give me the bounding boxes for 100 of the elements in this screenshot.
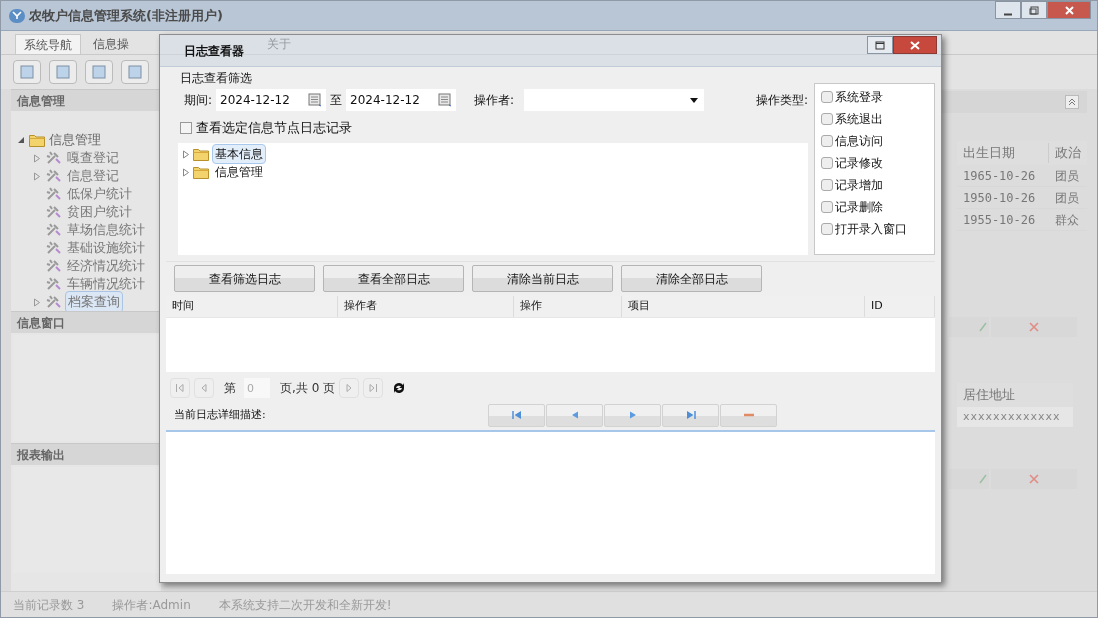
tree-item[interactable]: 车辆情况统计 (65, 274, 147, 294)
checkbox[interactable] (821, 135, 833, 147)
pager-label: 页,共 0 页 (280, 380, 336, 397)
checkmark-icon (979, 474, 987, 484)
first-record-button[interactable] (488, 403, 545, 427)
close-icon (1029, 322, 1039, 332)
column-header: 出生日期 (957, 143, 1049, 163)
close-button[interactable] (893, 36, 937, 54)
checkbox-label: 查看选定信息节点日志记录 (196, 119, 352, 138)
dropdown-caret-icon (690, 97, 699, 103)
previous-page-icon (199, 383, 209, 393)
action-button[interactable]: 查看筛选日志 (174, 265, 315, 292)
tools-icon (45, 240, 61, 256)
checkbox[interactable] (821, 179, 833, 191)
first-record-icon (510, 409, 523, 421)
table-cell-text: 1955-10-26 (962, 211, 1037, 229)
next-page-button[interactable] (339, 378, 360, 398)
checkbox[interactable] (821, 201, 833, 213)
tools-icon (45, 150, 61, 166)
tree-item[interactable]: 经济情况统计 (65, 256, 147, 276)
cancel-button[interactable] (991, 469, 1077, 489)
folder-icon (193, 165, 209, 179)
first-page-button[interactable] (170, 378, 190, 398)
checkbox-label: 记录删除 (835, 199, 883, 216)
tree-item[interactable]: 嘎查登记 (65, 148, 121, 168)
action-button[interactable]: 查看全部日志 (323, 265, 464, 292)
double-chevron-up-icon (1068, 98, 1076, 106)
tree-item[interactable]: 草场信息统计 (65, 220, 147, 240)
refresh-icon (392, 381, 407, 395)
expand-arrow-icon[interactable] (33, 171, 41, 181)
checkbox[interactable] (821, 91, 833, 103)
calendar-icon (308, 93, 323, 107)
column-header: 政治 (1054, 144, 1082, 163)
tree-item[interactable]: 档案查询 (65, 291, 123, 313)
last-record-button[interactable] (662, 403, 719, 427)
tree-item[interactable]: 贫困户统计 (65, 202, 134, 222)
tree-item[interactable]: 基础设施统计 (65, 238, 147, 258)
tree-item[interactable]: 信息管理 (49, 130, 101, 150)
menu-tab[interactable]: 信息操 (85, 34, 137, 54)
restore-button[interactable] (1021, 1, 1047, 19)
checkbox[interactable] (821, 113, 833, 125)
minimize-button[interactable] (995, 1, 1021, 19)
last-page-icon (368, 383, 379, 393)
restore-icon (875, 40, 885, 50)
tree-item[interactable]: 低保户统计 (65, 184, 134, 204)
previous-page-button[interactable] (194, 378, 214, 398)
folder-icon (29, 133, 45, 147)
close-icon (910, 40, 920, 50)
expand-arrow-icon[interactable] (33, 153, 41, 163)
dialog-title: 日志查看器 (184, 42, 244, 60)
pager-label: 第 (224, 380, 236, 397)
checkbox[interactable] (180, 122, 192, 134)
column-header: ID (865, 296, 935, 317)
table-cell-text: 群众 (1054, 211, 1080, 229)
last-page-button[interactable] (363, 378, 384, 398)
date-field[interactable]: 2024-12-12 (346, 89, 457, 111)
panel-header: 信息窗口 (11, 311, 161, 333)
close-button[interactable] (1047, 1, 1091, 19)
checkbox[interactable] (821, 157, 833, 169)
tools-icon (45, 222, 61, 238)
tree-item[interactable]: 基本信息 (212, 144, 266, 164)
tree-item[interactable]: 信息管理 (212, 162, 266, 182)
status-text: 操作者:Admin (112, 596, 191, 614)
tools-icon (45, 258, 61, 274)
panel-header: 报表输出 (11, 443, 161, 465)
checkbox-label: 打开录入窗口 (835, 221, 907, 238)
checkbox-label: 系统退出 (835, 111, 883, 128)
tools-icon (45, 168, 61, 184)
checkbox[interactable] (821, 223, 833, 235)
column-header: 操作 (514, 296, 622, 317)
calendar-icon (438, 93, 453, 107)
action-button[interactable]: 清除全部日志 (621, 265, 762, 292)
panel-header: 信息管理 (11, 89, 161, 111)
tools-icon (45, 204, 61, 220)
collapse-button[interactable] (1065, 95, 1079, 109)
previous-record-button[interactable] (546, 403, 603, 427)
tools-icon (45, 186, 61, 202)
folder-icon (193, 147, 209, 161)
field-label: 操作者: (474, 92, 515, 109)
tools-icon (45, 294, 61, 310)
table-cell-text: 1965-10-26 (962, 167, 1037, 185)
checkbox-label: 记录增加 (835, 177, 883, 194)
window-title: 农牧户信息管理系统(非注册用户) (29, 6, 223, 25)
field-label: 至 (330, 92, 343, 109)
action-button[interactable]: 清除当前日志 (472, 265, 613, 292)
restore-button[interactable] (867, 36, 893, 54)
expand-arrow-icon[interactable] (33, 297, 41, 307)
column-header: 操作者 (338, 296, 514, 317)
table-cell-text: 团员 (1054, 167, 1080, 185)
next-record-button[interactable] (604, 403, 661, 427)
cancel-button[interactable] (991, 317, 1077, 337)
table-cell-text: 1950-10-26 (962, 189, 1037, 207)
menu-tab[interactable]: 系统导航 (15, 34, 81, 54)
tree-item[interactable]: 信息登记 (65, 166, 121, 186)
minus-button[interactable] (720, 403, 777, 427)
checkbox-label: 信息访问 (835, 133, 883, 150)
detail-label: 当前日志详细描述: (174, 406, 266, 423)
collapse-arrow-icon[interactable] (17, 136, 25, 144)
column-header: 时间 (166, 296, 338, 317)
date-field[interactable]: 2024-12-12 (216, 89, 327, 111)
